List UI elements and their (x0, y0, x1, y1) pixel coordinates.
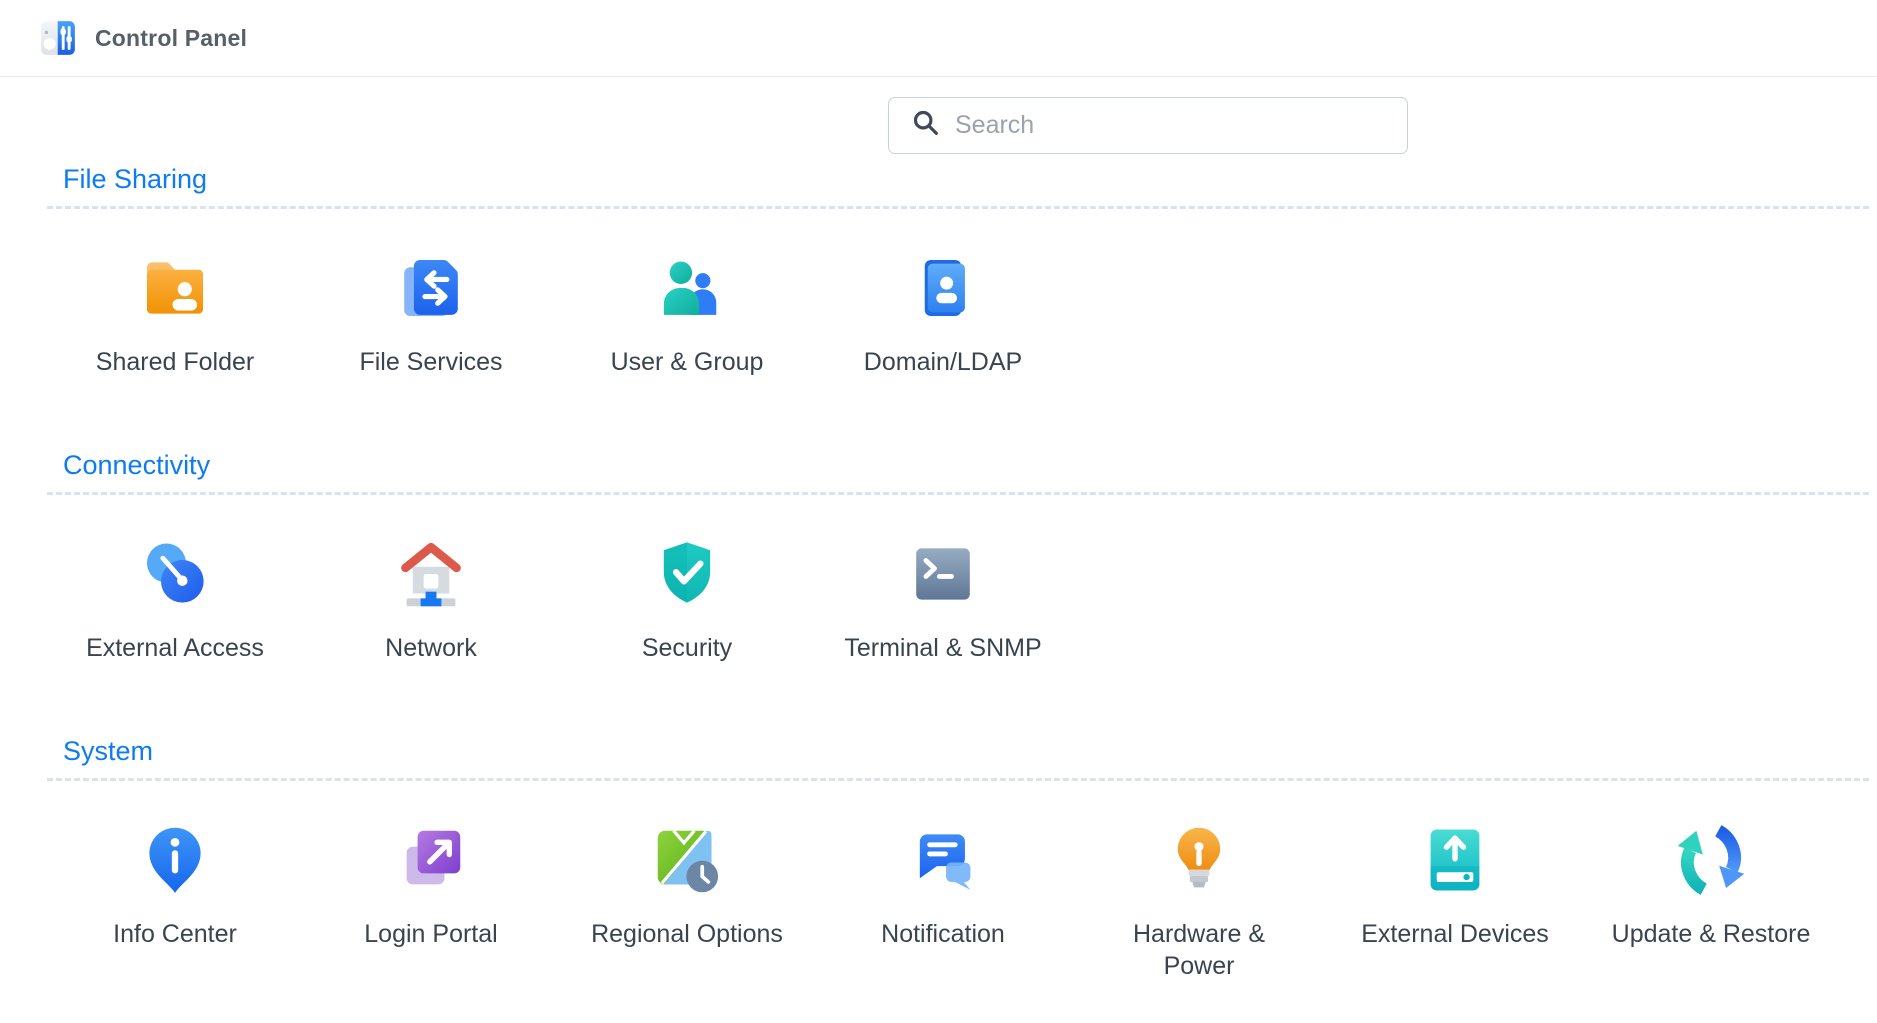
search-box[interactable] (888, 97, 1408, 154)
cp-item-shared-folder[interactable]: Shared Folder (47, 249, 303, 378)
control-panel-icon (38, 18, 78, 58)
section-divider (47, 492, 1869, 495)
search-input[interactable] (955, 111, 1389, 140)
section-system: System Info Center (47, 734, 1877, 982)
cp-item-file-services[interactable]: File Services (303, 249, 559, 378)
cp-item-info-center[interactable]: Info Center (47, 821, 303, 982)
cp-item-notification[interactable]: Notification (815, 821, 1071, 982)
cp-item-user-group[interactable]: User & Group (559, 249, 815, 378)
cp-item-network[interactable]: Network (303, 535, 559, 664)
notification-icon (904, 821, 982, 899)
domain-ldap-icon (904, 249, 982, 327)
item-label: Network (303, 632, 559, 664)
external-devices-icon (1416, 821, 1494, 899)
shared-folder-icon (136, 249, 214, 327)
network-icon (392, 535, 470, 613)
section-title: System (63, 734, 1877, 768)
search-icon (911, 108, 941, 143)
section-divider (47, 778, 1869, 781)
item-label: Hardware & Power (1119, 918, 1279, 982)
cp-item-update-restore[interactable]: Update & Restore (1583, 821, 1839, 982)
cp-item-terminal-snmp[interactable]: Terminal & SNMP (815, 535, 1071, 664)
cp-item-external-devices[interactable]: External Devices (1327, 821, 1583, 982)
login-portal-icon (392, 821, 470, 899)
section-connectivity: Connectivity External Access (47, 448, 1877, 664)
update-restore-icon (1672, 821, 1750, 899)
item-label: Update & Restore (1583, 918, 1839, 950)
item-label: Regional Options (559, 918, 815, 950)
item-label: User & Group (559, 346, 815, 378)
hardware-power-icon (1160, 821, 1238, 899)
item-label: Notification (815, 918, 1071, 950)
item-label: Info Center (47, 918, 303, 950)
terminal-snmp-icon (904, 535, 982, 613)
item-label: Security (559, 632, 815, 664)
section-title: File Sharing (63, 162, 1877, 196)
item-label: External Access (47, 632, 303, 664)
info-center-icon (136, 821, 214, 899)
section-file-sharing: File Sharing Shared Folder (47, 162, 1877, 378)
window-header: Control Panel (0, 0, 1877, 77)
item-label: Domain/LDAP (815, 346, 1071, 378)
section-divider (47, 206, 1869, 209)
cp-item-regional-options[interactable]: Regional Options (559, 821, 815, 982)
control-panel-body: File Sharing Shared Folder (0, 97, 1877, 982)
item-label: File Services (303, 346, 559, 378)
external-access-icon (136, 535, 214, 613)
cp-item-login-portal[interactable]: Login Portal (303, 821, 559, 982)
cp-item-external-access[interactable]: External Access (47, 535, 303, 664)
section-title: Connectivity (63, 448, 1877, 482)
cp-item-security[interactable]: Security (559, 535, 815, 664)
file-services-icon (392, 249, 470, 327)
item-label: External Devices (1327, 918, 1583, 950)
user-group-icon (648, 249, 726, 327)
cp-item-domain-ldap[interactable]: Domain/LDAP (815, 249, 1071, 378)
item-label: Terminal & SNMP (815, 632, 1071, 664)
cp-item-hardware-power[interactable]: Hardware & Power (1071, 821, 1327, 982)
page-title: Control Panel (95, 25, 247, 52)
security-icon (648, 535, 726, 613)
item-label: Login Portal (303, 918, 559, 950)
item-label: Shared Folder (47, 346, 303, 378)
regional-options-icon (648, 821, 726, 899)
